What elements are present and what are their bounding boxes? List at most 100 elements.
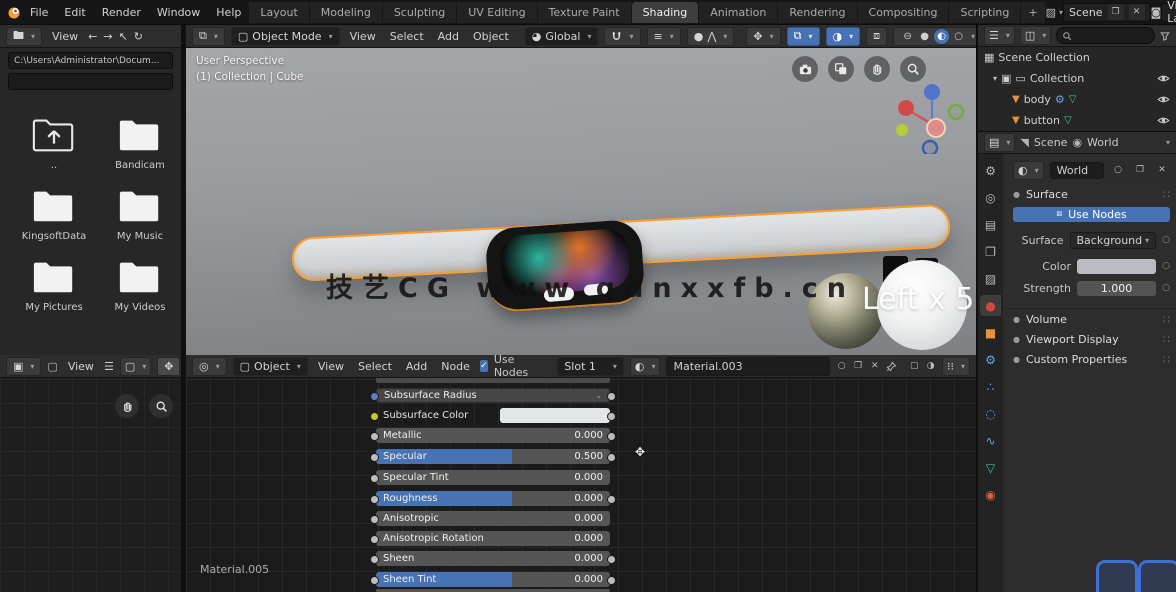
fake-user-button[interactable]: ○ xyxy=(836,358,847,374)
shader-select-menu[interactable]: Select xyxy=(354,360,396,373)
folder-item-my-music[interactable]: My Music xyxy=(100,185,180,242)
outliner-search-input[interactable] xyxy=(1056,27,1155,44)
node-input-metallic[interactable]: Metallic0.000 xyxy=(376,428,610,443)
tab-modeling[interactable]: Modeling xyxy=(310,2,383,23)
world-datablock-dropdown[interactable]: ◐▾ xyxy=(1013,161,1044,180)
socket-right[interactable] xyxy=(607,432,616,441)
menu-file[interactable]: File xyxy=(22,3,56,22)
socket-right[interactable] xyxy=(607,555,616,564)
gizmo-minus-x-axis[interactable] xyxy=(927,119,945,137)
socket-right[interactable] xyxy=(607,495,616,504)
node-input-specular[interactable]: Specular0.500 xyxy=(376,449,610,464)
menu-help[interactable]: Help xyxy=(208,3,249,22)
copy-material-button[interactable]: ❐ xyxy=(853,358,864,374)
overlay-node-button[interactable]: ◑ xyxy=(925,358,936,374)
forward-icon[interactable]: → xyxy=(103,30,112,43)
hamburger-menu-icon[interactable]: ☰ xyxy=(104,360,114,373)
shader-node-menu[interactable]: Node xyxy=(437,360,474,373)
shader-add-menu[interactable]: Add xyxy=(402,360,431,373)
filter-funnel-icon[interactable] xyxy=(1160,31,1170,41)
tab-physics[interactable]: ◌ xyxy=(980,403,1001,424)
shading-options-chevron[interactable]: ▾ xyxy=(971,32,975,41)
socket-right[interactable] xyxy=(607,453,616,462)
gizmo-minus-z-axis[interactable] xyxy=(923,141,937,154)
node-input-roughness[interactable]: Roughness0.000 xyxy=(376,491,610,506)
editor-type-properties-button[interactable]: ▤▾ xyxy=(984,133,1015,152)
viewport-view-menu[interactable]: View xyxy=(346,30,380,43)
shader-view-menu[interactable]: View xyxy=(314,360,348,373)
active-tool-move-button[interactable]: ✥ xyxy=(157,357,180,376)
socket-sheen-tint[interactable] xyxy=(370,576,379,585)
visibility-eye-icon[interactable] xyxy=(1157,114,1170,130)
socket-anisotropic[interactable] xyxy=(370,515,379,524)
outliner-row-button[interactable]: ▼ button ▽ xyxy=(978,110,1176,131)
menu-render[interactable]: Render xyxy=(94,3,149,22)
menu-edit[interactable]: Edit xyxy=(56,3,93,22)
editor-type-file-browser-button[interactable]: 🖿︎▾ xyxy=(6,27,42,46)
tab-particles[interactable]: ∴ xyxy=(980,376,1001,397)
animate-decorator-icon[interactable]: ○ xyxy=(1162,283,1170,293)
use-nodes-checkbox-label[interactable]: Use Nodes xyxy=(494,353,532,379)
transform-orientation-dropdown[interactable]: ◕ Global ▾ xyxy=(525,27,599,46)
outliner-row-collection[interactable]: ▾ ▣ ▭ Collection xyxy=(978,68,1176,89)
file-browser-view-menu[interactable]: View xyxy=(48,30,82,43)
tab-layout[interactable]: Layout xyxy=(249,2,309,23)
socket-subsurface-radius[interactable] xyxy=(370,392,379,401)
gizmo-y-axis[interactable] xyxy=(949,105,963,119)
socket-right[interactable] xyxy=(607,412,616,421)
tab-tool[interactable]: ⚙ xyxy=(980,160,1001,181)
custom-properties-panel-header[interactable]: ● Custom Properties ∷ xyxy=(1003,349,1176,369)
folder-item-bandicam[interactable]: Bandicam xyxy=(100,114,180,171)
zoom-view-button[interactable] xyxy=(149,394,173,418)
animate-decorator-icon[interactable]: ○ xyxy=(1162,261,1170,271)
new-world-button[interactable]: ❐ xyxy=(1132,162,1148,178)
scene-selector[interactable]: Scene ❐ ✕ xyxy=(1063,3,1151,22)
fake-user-button[interactable]: ○ xyxy=(1110,162,1126,178)
gizmo-minus-y-axis[interactable] xyxy=(896,124,908,136)
folder-item-kingsoftdata[interactable]: KingsoftData xyxy=(14,185,94,242)
socket-specular-tint[interactable] xyxy=(370,474,379,483)
strength-value-slider[interactable]: 1.000 xyxy=(1077,281,1156,296)
shader-type-dropdown[interactable]: ▢ Object ▾ xyxy=(233,357,308,376)
mode-dropdown[interactable]: ▢ Object Mode ▾ xyxy=(231,27,340,46)
socket-right[interactable] xyxy=(607,392,616,401)
view-layer-selector[interactable]: View Layer ❐ xyxy=(1161,3,1176,22)
tab-object-data[interactable]: ▽ xyxy=(980,457,1001,478)
file-name-field[interactable] xyxy=(8,73,173,90)
folder-item-my-videos[interactable]: My Videos xyxy=(100,256,180,313)
folder-item-parent[interactable]: .. xyxy=(14,114,94,171)
socket-metallic[interactable] xyxy=(370,432,379,441)
tab-scene[interactable]: ▨ xyxy=(980,268,1001,289)
socket-right[interactable] xyxy=(607,576,616,585)
image-view-menu[interactable]: View xyxy=(64,360,98,373)
new-scene-button[interactable]: ❐ xyxy=(1108,4,1124,20)
shading-wireframe-button[interactable]: ⊖ xyxy=(900,29,915,44)
tab-shading[interactable]: Shading xyxy=(632,2,700,23)
back-icon[interactable]: ← xyxy=(88,30,97,43)
tab-uv-editing[interactable]: UV Editing xyxy=(457,2,537,23)
xray-toggle[interactable]: ⧈ xyxy=(866,27,887,46)
material-slot-dropdown[interactable]: Slot 1 ▾ xyxy=(557,357,624,376)
tab-material[interactable]: ◉ xyxy=(980,484,1001,505)
node-input-subsurface-color[interactable]: Subsurface Color xyxy=(376,408,610,423)
pan-view-button[interactable] xyxy=(864,56,890,82)
snap-dropdown[interactable]: ▾ xyxy=(604,27,640,46)
node-input-specular-tint[interactable]: Specular Tint0.000 xyxy=(376,470,610,485)
node-input-anisotropic[interactable]: Anisotropic0.000 xyxy=(376,511,610,526)
node-input-anisotropic-rotation[interactable]: Anisotropic Rotation0.000 xyxy=(376,531,610,546)
outliner-row-body[interactable]: ▼ body ⚙ ▽ xyxy=(978,89,1176,110)
gizmos-toggle[interactable]: ⧉▾ xyxy=(787,27,820,46)
snap-node-button[interactable]: ▢ xyxy=(909,358,920,374)
active-tool-dropdown[interactable]: ✥▾ xyxy=(746,27,780,46)
refresh-icon[interactable]: ↻ xyxy=(134,30,143,43)
socket-anisotropic-rotation[interactable] xyxy=(370,535,379,544)
gizmo-x-axis[interactable] xyxy=(898,100,914,116)
material-datablock-dropdown[interactable]: ◐▾ xyxy=(630,357,661,376)
node-input-subsurface-radius[interactable]: Subsurface Radius⌄ xyxy=(376,388,610,403)
material-name-field[interactable]: Material.003 xyxy=(666,357,830,376)
tab-constraints[interactable]: ∿ xyxy=(980,430,1001,451)
expand-arrow-icon[interactable]: ▾ xyxy=(993,74,997,83)
shading-material-preview-button[interactable]: ◐ xyxy=(934,29,949,44)
node-input-sheen-tint[interactable]: Sheen Tint0.000 xyxy=(376,572,610,587)
viewport-select-menu[interactable]: Select xyxy=(386,30,428,43)
